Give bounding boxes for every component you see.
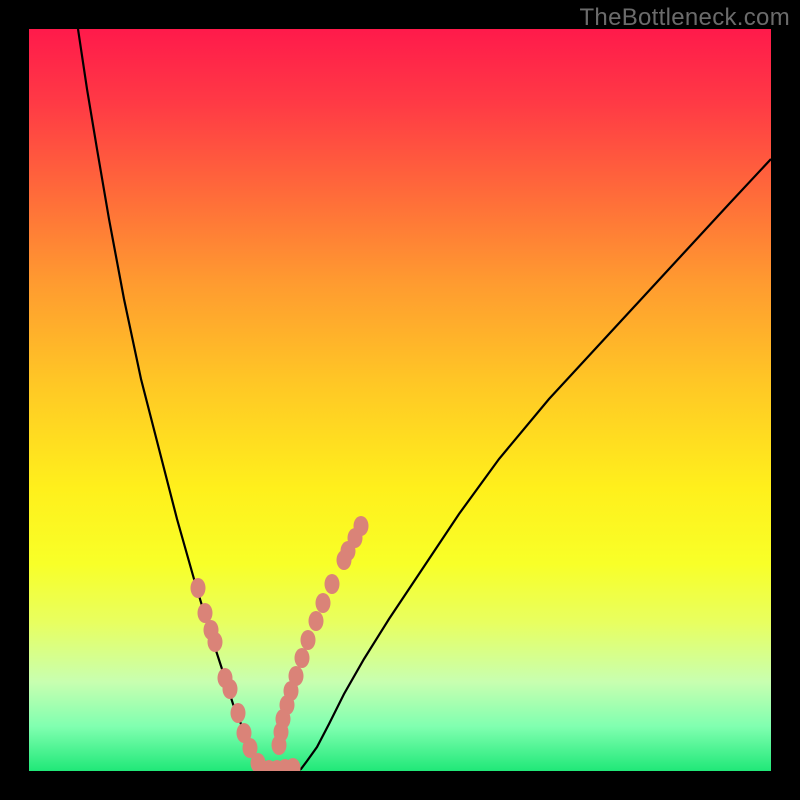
highlight-dot	[262, 760, 277, 771]
curve-overlay	[29, 29, 771, 771]
highlight-dot	[289, 666, 304, 686]
highlight-dot	[254, 759, 269, 771]
highlight-dot	[316, 593, 331, 613]
right-curve	[297, 159, 771, 771]
highlight-dot	[272, 735, 287, 755]
highlight-dot	[341, 541, 356, 561]
highlight-dot	[204, 620, 219, 640]
highlight-dot	[208, 632, 223, 652]
highlight-dot	[286, 758, 301, 771]
watermark-text: TheBottleneck.com	[579, 4, 790, 32]
highlight-dot	[274, 722, 289, 742]
highlight-dot	[237, 723, 252, 743]
highlight-dot	[243, 738, 258, 758]
highlight-dot	[354, 516, 369, 536]
highlight-dot	[295, 648, 310, 668]
highlight-dots-bottom	[254, 758, 301, 771]
highlight-dot	[198, 603, 213, 623]
highlight-dot	[218, 668, 233, 688]
highlight-dot	[251, 753, 266, 771]
gradient-plot-area	[29, 29, 771, 771]
highlight-dot	[337, 550, 352, 570]
highlight-dot	[348, 528, 363, 548]
highlight-dots-left	[191, 578, 266, 771]
highlight-dot	[270, 760, 285, 771]
highlight-dot	[223, 679, 238, 699]
highlight-dots-right	[272, 516, 369, 755]
highlight-dot	[280, 695, 295, 715]
highlight-dot	[309, 611, 324, 631]
highlight-dot	[325, 574, 340, 594]
left-curve	[78, 29, 262, 771]
highlight-dot	[276, 709, 291, 729]
highlight-dot	[231, 703, 246, 723]
highlight-dot	[301, 630, 316, 650]
highlight-dot	[191, 578, 206, 598]
highlight-dot	[284, 681, 299, 701]
highlight-dot	[278, 759, 293, 771]
